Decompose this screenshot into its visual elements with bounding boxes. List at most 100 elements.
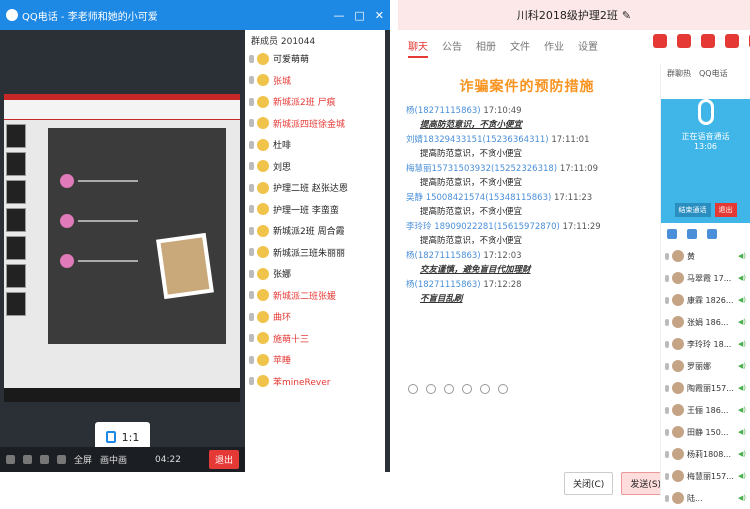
member-row[interactable]: 新城派四班徐金城 — [245, 113, 385, 135]
input-toolbar — [408, 384, 508, 394]
speaking-icon: ◀) — [737, 450, 746, 458]
member-row[interactable]: 施萌十三 — [245, 328, 385, 350]
tab-chat[interactable]: 聊天 — [408, 38, 428, 58]
avatar — [672, 272, 684, 284]
minimize-icon[interactable]: — — [333, 9, 344, 22]
sender-name[interactable]: 李玲玲 18909022281(15615972870) — [406, 222, 560, 232]
sender-name[interactable]: 吴静 15008421574(15348115863) — [406, 193, 551, 203]
member-row[interactable]: 新城派2班 尸痕 — [245, 91, 385, 113]
video-icon[interactable] — [701, 34, 715, 48]
phone-icon[interactable] — [653, 34, 667, 48]
member-name: 新城派四班徐金城 — [273, 119, 346, 130]
exit-button[interactable]: 退出 — [714, 203, 737, 217]
image-icon[interactable] — [480, 384, 490, 394]
sender-name[interactable]: 杨(18271115863) — [406, 251, 481, 261]
more-apps-icon[interactable] — [725, 34, 739, 48]
member-row[interactable]: 杜啡 — [245, 134, 385, 156]
end-call-button[interactable]: 结束通话 — [674, 203, 711, 217]
avatar — [257, 375, 269, 388]
fullscreen-button[interactable]: 全屏 — [74, 453, 92, 466]
close-button[interactable]: 关闭(C) — [564, 472, 614, 495]
member-row[interactable]: 曲环 — [245, 306, 385, 328]
member-row[interactable]: 可爱萌萌 — [245, 48, 385, 70]
tab-settings[interactable]: 设置 — [578, 38, 598, 58]
participant-row[interactable]: 罗丽娜 ◀) — [661, 355, 750, 377]
member-mic-icon — [249, 119, 254, 128]
message-sender[interactable]: 刘婧18329433151(15236364311) 17:11:01 — [406, 133, 648, 145]
member-name: 可爱萌萌 — [273, 55, 310, 66]
message-sender[interactable]: 杨(18271115863) 17:12:03 — [406, 249, 648, 261]
share-screen-icon[interactable] — [57, 455, 66, 464]
message-text: 提高防范意识，不贪小便宜 — [420, 120, 523, 130]
screen-share-icon[interactable] — [677, 34, 691, 48]
sender-name[interactable]: 刘婧18329433151(15236364311) — [406, 135, 549, 145]
message-sender[interactable]: 吴静 15008421574(15348115863) 17:11:23 — [406, 191, 648, 203]
tab-files[interactable]: 文件 — [510, 38, 530, 58]
speaker-toggle-icon[interactable] — [687, 229, 697, 239]
call-controls-bar: 全屏 画中画 04:22 退出 — [0, 447, 245, 472]
qq-call-window: QQ电话 - 李老师和她的小可爱 — □ ✕ 1:1 全屏 画中画 04:22 … — [0, 0, 390, 472]
emoji-icon[interactable] — [408, 384, 418, 394]
sender-name[interactable]: 杨(18271115863) — [406, 106, 481, 116]
screen-share-view: 1:1 — [0, 30, 245, 472]
member-row[interactable]: 新城派二班张媛 — [245, 285, 385, 307]
member-row[interactable]: 新城派2班 周合霞 — [245, 220, 385, 242]
folder-icon[interactable] — [462, 384, 472, 394]
participant-row[interactable]: 陶霞丽157... ◀) — [661, 377, 750, 399]
aspect-ratio-label: 1:1 — [121, 430, 140, 444]
participant-mic-icon — [665, 362, 669, 370]
participant-row[interactable]: 马翠霞 17... ◀) — [661, 267, 750, 289]
gif-icon[interactable] — [426, 384, 436, 394]
mic-icon[interactable] — [6, 455, 15, 464]
participant-name: 田静 150... — [687, 427, 729, 437]
message-sender[interactable]: 李玲玲 18909022281(15615972870) 17:11:29 — [406, 220, 648, 232]
participant-row[interactable]: 王俪 186... ◀) — [661, 399, 750, 421]
participant-row[interactable]: 梅慧丽157... ◀) — [661, 465, 750, 487]
member-row[interactable]: 护理一班 李蛮蛮 — [245, 199, 385, 221]
tab-group-chat[interactable]: 群聊热 — [667, 68, 691, 79]
participant-row[interactable]: 李玲玲 18... ◀) — [661, 333, 750, 355]
member-row[interactable]: 新城派三班朱丽丽 — [245, 242, 385, 264]
avatar — [257, 353, 269, 366]
message-time: 17:11:29 — [562, 222, 601, 232]
camera-icon[interactable] — [40, 455, 49, 464]
member-row[interactable]: 张娜 — [245, 263, 385, 285]
message-sender[interactable]: 杨(18271115863) 17:12:28 — [406, 278, 648, 290]
speaking-icon: ◀) — [737, 472, 746, 480]
member-row[interactable]: 刘思 — [245, 156, 385, 178]
participant-row[interactable]: 张娟 186... ◀) — [661, 311, 750, 333]
member-row[interactable]: 苯mineRever — [245, 371, 385, 393]
camera-toggle-icon[interactable] — [707, 229, 717, 239]
sender-name[interactable]: 梅慧丽15731503932(15252326318) — [406, 164, 557, 174]
message-sender[interactable]: 杨(18271115863) 17:10:49 — [406, 104, 648, 116]
maximize-icon[interactable]: □ — [354, 9, 364, 22]
participant-row[interactable]: 杨莉1808... ◀) — [661, 443, 750, 465]
tab-album[interactable]: 相册 — [476, 38, 496, 58]
tab-homework[interactable]: 作业 — [544, 38, 564, 58]
avatar — [257, 267, 269, 280]
message-time: 17:10:49 — [483, 106, 522, 116]
tab-qq-call[interactable]: QQ电话 — [699, 68, 728, 79]
member-row[interactable]: 苹睡 — [245, 349, 385, 371]
avatar — [257, 160, 269, 173]
pip-button[interactable]: 画中画 — [100, 453, 127, 466]
history-icon[interactable] — [498, 384, 508, 394]
participant-row[interactable]: 黄 ◀) — [661, 245, 750, 267]
edit-icon[interactable]: ✎ — [622, 9, 631, 22]
speaker-icon[interactable] — [23, 455, 32, 464]
exit-call-button[interactable]: 退出 — [208, 450, 239, 469]
member-row[interactable]: 张城 — [245, 70, 385, 92]
sender-name[interactable]: 杨(18271115863) — [406, 280, 481, 290]
participant-list: 黄 ◀) 马翠霞 17... ◀) 康霖 1826... ◀) 张娟 186... ◀) 李玲玲… — [661, 245, 750, 509]
tab-notice[interactable]: 公告 — [442, 38, 462, 58]
speaking-icon: ◀) — [737, 384, 746, 392]
member-row[interactable]: 护理二班 赵张达恩 — [245, 177, 385, 199]
mic-toggle-icon[interactable] — [667, 229, 677, 239]
message-sender[interactable]: 梅慧丽15731503932(15252326318) 17:11:09 — [406, 162, 648, 174]
participant-row[interactable]: 陆... ◀) — [661, 487, 750, 509]
participant-name: 马翠霞 17... — [687, 273, 732, 283]
close-icon[interactable]: ✕ — [375, 9, 384, 22]
participant-row[interactable]: 田静 150... ◀) — [661, 421, 750, 443]
participant-row[interactable]: 康霖 1826... ◀) — [661, 289, 750, 311]
scissors-icon[interactable] — [444, 384, 454, 394]
